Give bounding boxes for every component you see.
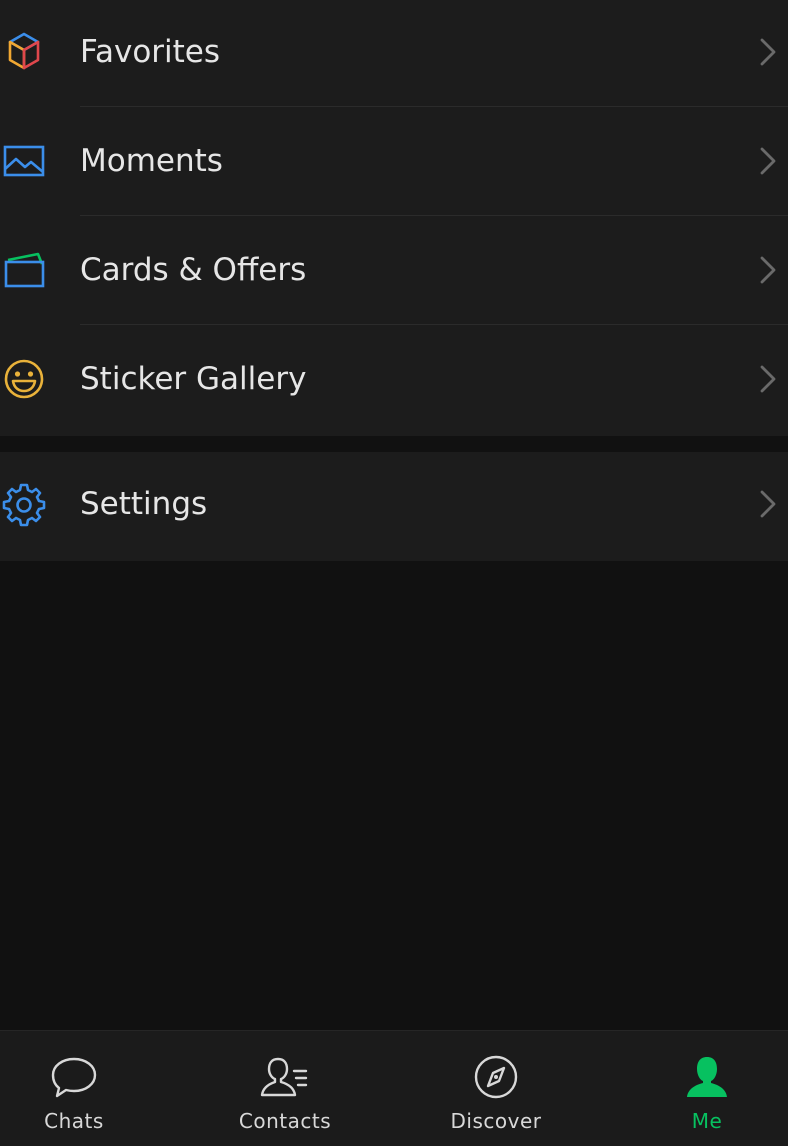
- menu-item-label: Sticker Gallery: [80, 361, 307, 397]
- tab-contacts[interactable]: Contacts: [205, 1031, 365, 1146]
- card-wallet-icon: [0, 246, 48, 294]
- menu-group-settings: Settings: [0, 452, 788, 561]
- menu-item-label: Favorites: [80, 34, 221, 70]
- menu-item-settings[interactable]: Settings: [0, 452, 788, 561]
- tab-label: Discover: [450, 1109, 542, 1133]
- row-divider: [80, 106, 788, 107]
- chevron-right-icon: [758, 254, 778, 286]
- row-divider: [80, 324, 788, 325]
- menu-item-label: Moments: [80, 143, 223, 179]
- menu-item-label: Cards & Offers: [80, 252, 307, 288]
- gear-icon: [0, 480, 48, 528]
- tab-chats[interactable]: Chats: [0, 1031, 154, 1146]
- menu-item-favorites[interactable]: Favorites: [0, 0, 788, 109]
- moments-image-icon: [0, 137, 48, 185]
- tab-me[interactable]: Me: [627, 1031, 787, 1146]
- tab-label: Contacts: [238, 1109, 332, 1133]
- chevron-right-icon: [758, 363, 778, 395]
- tab-label: Chats: [44, 1109, 104, 1133]
- menu-item-moments[interactable]: Moments: [0, 109, 788, 218]
- tab-discover[interactable]: Discover: [416, 1031, 576, 1146]
- favorites-cube-icon: [0, 28, 48, 76]
- bottom-tab-bar: Chats Contacts Discover Me: [0, 1030, 788, 1146]
- chevron-right-icon: [758, 488, 778, 520]
- smiley-icon: [0, 355, 48, 403]
- chat-bubble-icon: [47, 1053, 101, 1103]
- row-divider: [80, 215, 788, 216]
- menu-item-label: Settings: [80, 486, 208, 522]
- tab-label: Me: [691, 1109, 723, 1133]
- person-icon: [680, 1053, 734, 1103]
- section-separator: [0, 436, 788, 452]
- compass-icon: [469, 1053, 523, 1103]
- menu-item-cards-offers[interactable]: Cards & Offers: [0, 218, 788, 327]
- me-screen: Favorites Moments Cards & Offers Sticker…: [0, 0, 788, 1146]
- chevron-right-icon: [758, 145, 778, 177]
- menu-item-sticker-gallery[interactable]: Sticker Gallery: [0, 327, 788, 436]
- menu-group-main: Favorites Moments Cards & Offers Sticker…: [0, 0, 788, 436]
- chevron-right-icon: [758, 36, 778, 68]
- contacts-icon: [258, 1053, 312, 1103]
